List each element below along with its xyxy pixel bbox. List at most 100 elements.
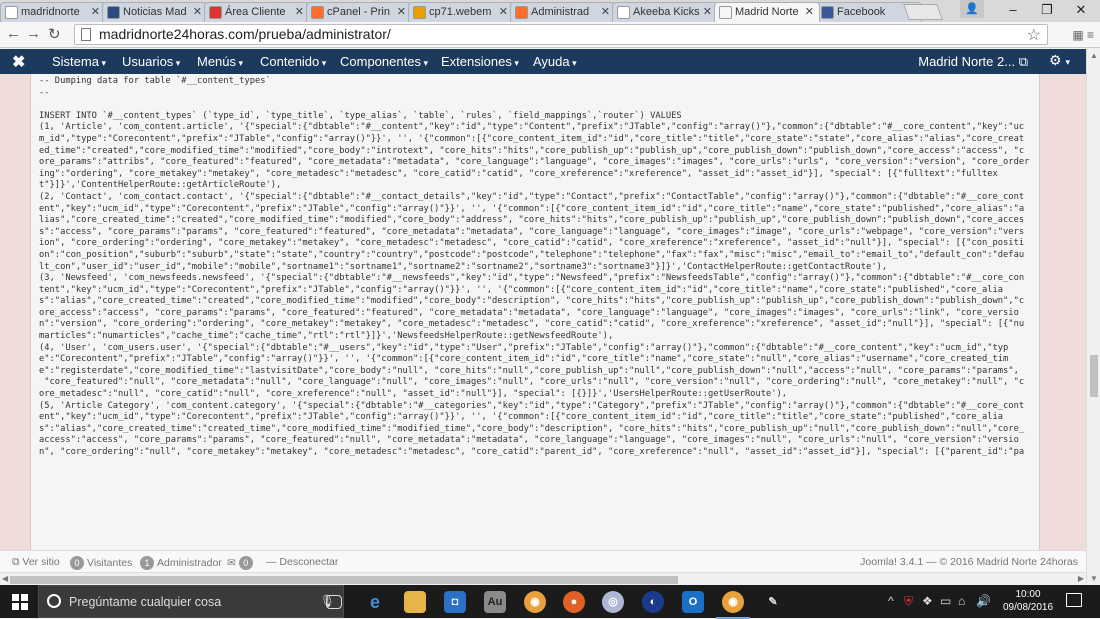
dropbox-icon[interactable]: ❖ — [922, 594, 933, 608]
browser-tab[interactable]: madridnorte ✕ — [0, 2, 106, 22]
maximize-button[interactable]: ❐ — [1030, 0, 1064, 22]
new-tab-button[interactable] — [903, 4, 943, 20]
vertical-scroll-thumb[interactable] — [1090, 355, 1098, 397]
sql-line: lias","core_created_time":"created","cor… — [39, 215, 1025, 226]
antivirus-icon[interactable]: ⛨ — [904, 594, 913, 609]
file-explorer-icon[interactable] — [404, 591, 426, 613]
scroll-right-icon[interactable]: ▶ — [1078, 574, 1084, 583]
search-placeholder: Pregúntame cualquier cosa — [69, 595, 222, 609]
nav-menu-item[interactable]: Extensiones ▾ — [441, 54, 519, 69]
caret-down-icon: ▾ — [511, 58, 519, 68]
tab-label: madridnorte — [21, 6, 80, 18]
horizontal-scrollbar[interactable]: ◀ ▶ — [0, 572, 1086, 585]
nav-menu-item[interactable]: Sistema ▾ — [52, 54, 106, 69]
browser-tab[interactable]: Noticias Mad ✕ — [102, 2, 208, 22]
action-center-icon[interactable] — [1066, 593, 1082, 607]
nav-menu-label: Componentes — [340, 54, 421, 69]
scroll-left-icon[interactable]: ◀ — [2, 574, 8, 583]
browser-tab[interactable]: Administrad ✕ — [510, 2, 616, 22]
minimize-button[interactable]: – — [996, 0, 1030, 22]
page-icon — [81, 28, 91, 41]
tab-close-icon[interactable]: ✕ — [703, 5, 712, 18]
close-window-button[interactable]: ✕ — [1064, 0, 1098, 22]
tab-close-icon[interactable]: ✕ — [295, 5, 304, 18]
chrome-active-icon[interactable]: ◉ — [716, 591, 750, 619]
volume-icon[interactable]: 🔊 — [976, 594, 991, 608]
sql-line: ed_time":"created","core_modified_time":… — [39, 145, 1025, 156]
address-bar[interactable]: madridnorte24horas.com/prueba/administra… — [74, 24, 1048, 45]
reload-icon[interactable]: ↻ — [48, 25, 61, 43]
page-icon — [617, 6, 630, 19]
nav-menu-item[interactable]: Componentes ▾ — [340, 54, 428, 69]
tab-close-icon[interactable]: ✕ — [601, 5, 610, 18]
browser-tab[interactable]: Akeeba Kicks ✕ — [612, 2, 718, 22]
browser-toolbar: ← → ↻ madridnorte24horas.com/prueba/admi… — [0, 22, 1100, 48]
logout-link[interactable]: — Desconectar — [266, 556, 338, 568]
chrome-icon[interactable]: ◉ — [524, 591, 546, 613]
windows-taskbar: Pregúntame cualquier cosa 🎙 e ◘ Au ◉ ● ◎… — [0, 585, 1100, 619]
extension-icon[interactable]: ▦ ≡ — [1072, 28, 1094, 42]
settings-gear-icon[interactable]: ⚙ ▾ — [1049, 52, 1070, 69]
sql-line: on":"con_position","suburb":"suburb","st… — [39, 249, 1025, 260]
edge-browser-icon[interactable]: e — [364, 591, 386, 613]
minus-icon: — — [266, 556, 277, 568]
bookmark-star-icon[interactable]: ☆ — [1027, 25, 1041, 45]
sql-line: lt_con","user_id":"user_id","mobile":"mo… — [39, 261, 888, 272]
tab-label: cp71.webem — [429, 6, 492, 18]
sql-line: ent","key":"ucm_id","type":"Corecontent"… — [39, 203, 1025, 214]
tab-close-icon[interactable]: ✕ — [805, 5, 814, 18]
tab-close-icon[interactable]: ✕ — [91, 5, 100, 18]
nav-menu-item[interactable]: Ayuda ▾ — [533, 54, 577, 69]
browser-tab[interactable]: cPanel - Prin ✕ — [306, 2, 412, 22]
external-link-icon: ⧉ — [1018, 54, 1028, 69]
windows-start-icon[interactable] — [12, 594, 28, 610]
adobe-audition-icon[interactable]: Au — [484, 591, 506, 613]
nav-menu-item[interactable]: Contenido ▾ — [260, 54, 326, 69]
horizontal-scroll-thumb[interactable] — [10, 576, 678, 584]
scroll-up-icon[interactable]: ▲ — [1090, 51, 1098, 60]
app-icon[interactable]: ◎ — [602, 591, 624, 613]
task-view-icon[interactable] — [326, 595, 342, 609]
tab-close-icon[interactable]: ✕ — [499, 5, 508, 18]
tab-close-icon[interactable]: ✕ — [193, 5, 202, 18]
battery-icon[interactable]: ▭ — [940, 594, 951, 608]
store-icon[interactable]: ◘ — [444, 591, 466, 613]
fade-overlay — [31, 538, 1039, 550]
browser-tab[interactable]: cp71.webem ✕ — [408, 2, 514, 22]
site-link[interactable]: Madrid Norte 2... ⧉ — [918, 54, 1028, 70]
back-icon[interactable]: ← — [6, 25, 21, 42]
tab-label: Akeeba Kicks — [633, 6, 700, 18]
scroll-down-icon[interactable]: ▼ — [1090, 574, 1098, 583]
show-hidden-icons[interactable]: ^ — [888, 594, 894, 608]
clock-time: 10:00 — [1015, 589, 1041, 600]
system-clock[interactable]: 10:00 09/08/2016 — [1003, 588, 1053, 614]
tool-icon[interactable]: ✎ — [762, 591, 784, 613]
envelope-icon: ✉ — [227, 557, 236, 569]
cpanel-icon — [515, 6, 528, 19]
sql-dump-viewer: -- Dumping data for table `#__content_ty… — [30, 74, 1040, 550]
media-icon[interactable]: ◐ — [642, 591, 664, 613]
administrators-status: 1 Administrador — [140, 556, 222, 570]
view-site-link[interactable]: ⧉ Ver sitio — [12, 556, 60, 569]
outlook-icon[interactable]: O — [682, 591, 704, 613]
vertical-scrollbar[interactable]: ▲ ▼ — [1086, 49, 1100, 585]
browser-tab[interactable]: Madrid Norte ✕ — [714, 2, 820, 22]
facebook-icon — [821, 6, 834, 19]
sql-line: ore_access":"access", "core_params":"par… — [39, 307, 1019, 318]
sql-line: e":"Corecontent","prefix":"JTable","conf… — [39, 354, 1009, 365]
sql-line: n", "core_ordering":"null", "core_metake… — [39, 447, 1025, 457]
firefox-icon[interactable]: ● — [563, 591, 585, 613]
nav-menu-item[interactable]: Menús ▾ — [197, 54, 243, 69]
sql-line: t"}]}','ContentHelperRoute::getArticleRo… — [39, 180, 282, 191]
joomla-logo-icon[interactable]: ✖ — [12, 52, 25, 72]
sql-line: tent","key":"ucm_id","type":"Corecontent… — [39, 284, 1004, 295]
news-icon — [107, 6, 120, 19]
browser-tab[interactable]: Área Cliente ✕ — [204, 2, 310, 22]
cortana-search-box[interactable]: Pregúntame cualquier cosa 🎙 — [38, 585, 344, 618]
forward-icon[interactable]: → — [26, 25, 41, 42]
tab-close-icon[interactable]: ✕ — [397, 5, 406, 18]
network-icon[interactable]: ⌂ — [958, 594, 965, 608]
user-profile-icon[interactable]: 👤 — [960, 0, 984, 18]
nav-menu-item[interactable]: Usuarios ▾ — [122, 54, 180, 69]
messages-status[interactable]: ✉ 0 — [227, 556, 256, 570]
